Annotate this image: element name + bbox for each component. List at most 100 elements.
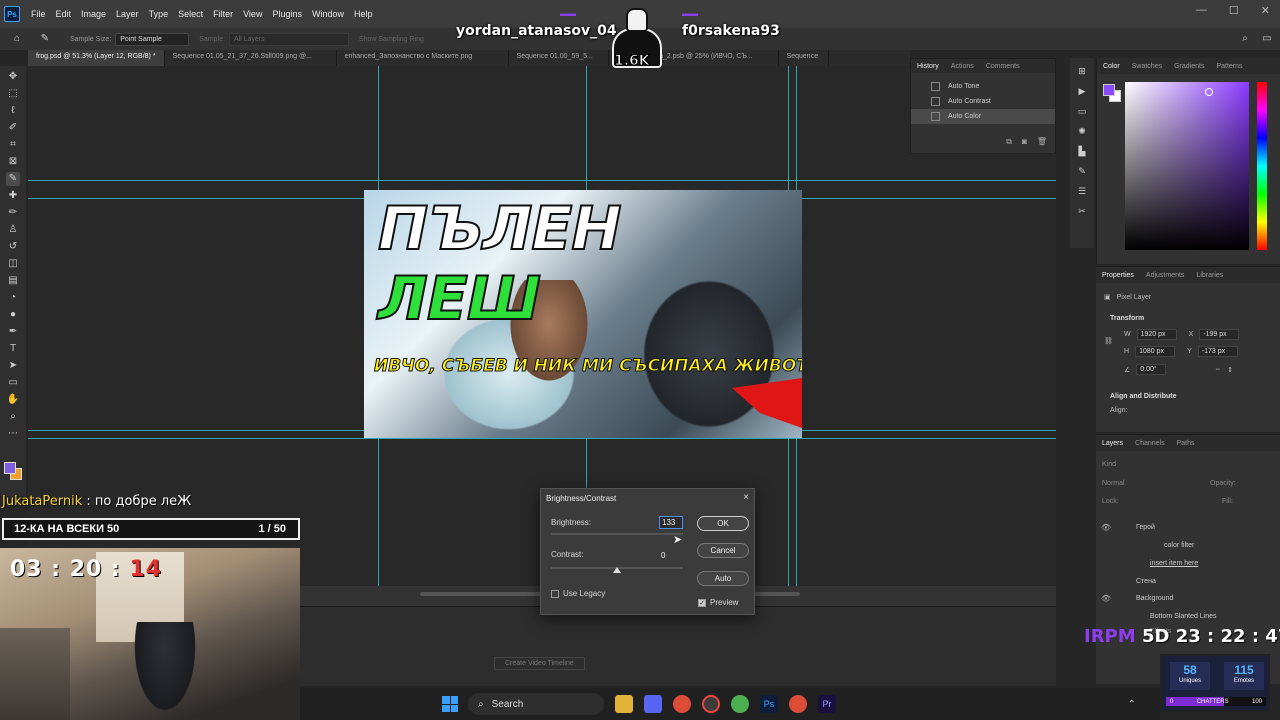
- tab-history[interactable]: History: [911, 63, 945, 70]
- history-item[interactable]: Auto Contrast: [911, 94, 1055, 109]
- menu-help[interactable]: Help: [349, 9, 378, 19]
- contrast-input[interactable]: 0: [659, 550, 683, 561]
- history-item-selected[interactable]: Auto Color: [911, 109, 1055, 124]
- move-tool-icon[interactable]: ✥: [6, 70, 20, 84]
- hue-slider[interactable]: [1257, 82, 1267, 250]
- workspace-icon[interactable]: ▭: [1260, 32, 1274, 46]
- tab-sequence-3[interactable]: Sequence: [779, 50, 829, 66]
- menu-select[interactable]: Select: [173, 9, 208, 19]
- minimize-icon[interactable]: —: [1196, 4, 1207, 17]
- zoom-tool-icon[interactable]: ⌕: [6, 410, 20, 424]
- healing-tool-icon[interactable]: ✚: [6, 189, 20, 203]
- dialog-close-icon[interactable]: ×: [743, 492, 749, 503]
- eye-icon[interactable]: 👁: [1100, 523, 1112, 532]
- layer-row[interactable]: 👁 Герой: [1096, 519, 1280, 536]
- use-legacy-checkbox[interactable]: [551, 590, 559, 598]
- layer-row[interactable]: 👁 Background: [1096, 590, 1280, 607]
- color-field[interactable]: [1125, 82, 1249, 250]
- brightness-slider[interactable]: [551, 533, 683, 535]
- tab-libraries[interactable]: Libraries: [1190, 272, 1229, 279]
- tab-color[interactable]: Color: [1097, 63, 1126, 70]
- auto-button[interactable]: Auto: [697, 571, 749, 586]
- y-field[interactable]: -173 px: [1197, 346, 1238, 357]
- hand-tool-icon[interactable]: ✋: [6, 393, 20, 407]
- eraser-tool-icon[interactable]: ◫: [6, 257, 20, 271]
- align-distribute-header[interactable]: Align and Distribute: [1110, 393, 1177, 400]
- dodge-tool-icon[interactable]: ●: [6, 308, 20, 322]
- levels-icon[interactable]: ▙: [1075, 144, 1089, 158]
- eyedropper-icon[interactable]: ✎: [38, 32, 52, 46]
- flip-vertical-icon[interactable]: ⇕: [1227, 366, 1233, 374]
- blend-mode-select[interactable]: Normal: [1102, 480, 1125, 487]
- path-select-icon[interactable]: ➤: [6, 359, 20, 373]
- frame-tool-icon[interactable]: ⊠: [6, 155, 20, 169]
- discord-icon[interactable]: [644, 695, 662, 713]
- angle-field[interactable]: 0.00°: [1136, 364, 1167, 375]
- menu-window[interactable]: Window: [307, 9, 349, 19]
- adjust-icon[interactable]: ⊞: [1075, 64, 1089, 78]
- tab-paths[interactable]: Paths: [1171, 440, 1201, 447]
- layer-row[interactable]: insert item here: [1096, 555, 1280, 572]
- tab-actions[interactable]: Actions: [945, 63, 980, 70]
- brush-tool-icon[interactable]: ✏: [6, 206, 20, 220]
- photoshop-taskbar-icon[interactable]: Ps: [760, 695, 778, 713]
- gradient-tool-icon[interactable]: ▤: [6, 274, 20, 288]
- file-explorer-icon[interactable]: [615, 695, 633, 713]
- layer-row[interactable]: Стена: [1096, 573, 1280, 590]
- tab-comments[interactable]: Comments: [980, 63, 1026, 70]
- chrome-dev-icon[interactable]: [702, 695, 720, 713]
- preview-checkbox[interactable]: ✓: [698, 599, 706, 607]
- height-field[interactable]: 1080 px: [1135, 346, 1176, 357]
- pen-tool-icon[interactable]: ✒: [6, 325, 20, 339]
- search-icon[interactable]: ⌕: [1238, 32, 1252, 46]
- play-icon[interactable]: ▶: [1075, 84, 1089, 98]
- blur-tool-icon[interactable]: ◔: [6, 291, 20, 305]
- tab-frog[interactable]: frog.psd @ 51.3% (Layer 12, RGB/8) *: [28, 50, 165, 66]
- brightness-input[interactable]: 133: [659, 516, 683, 529]
- cancel-button[interactable]: Cancel: [697, 543, 749, 558]
- brush-settings-icon[interactable]: ✎: [1075, 164, 1089, 178]
- color-fg-swatch[interactable]: [1103, 84, 1115, 96]
- layer-row[interactable]: color filter: [1096, 537, 1280, 554]
- color-picker-cursor[interactable]: [1205, 88, 1213, 96]
- sliders-icon[interactable]: ☰: [1075, 184, 1089, 198]
- windows-start-icon[interactable]: [442, 696, 458, 712]
- contrast-slider-knob[interactable]: [613, 567, 621, 573]
- menu-edit[interactable]: Edit: [51, 9, 77, 19]
- quick-select-icon[interactable]: ✐: [6, 121, 20, 135]
- menu-layer[interactable]: Layer: [111, 9, 144, 19]
- shape-tool-icon[interactable]: ▭: [6, 376, 20, 390]
- tray-chevron-icon[interactable]: ⌃: [1128, 699, 1136, 710]
- camera-icon[interactable]: ◙: [1022, 137, 1027, 147]
- sun-icon[interactable]: ✺: [1075, 124, 1089, 138]
- tab-layers[interactable]: Layers: [1096, 440, 1129, 447]
- tab-channels[interactable]: Channels: [1129, 440, 1171, 447]
- tab-adjustments[interactable]: Adjustments: [1140, 272, 1191, 279]
- premiere-icon[interactable]: Pr: [818, 695, 836, 713]
- trash-icon[interactable]: 🗑: [1037, 137, 1047, 147]
- stamp-tool-icon[interactable]: ♙: [6, 223, 20, 237]
- menu-type[interactable]: Type: [144, 9, 174, 19]
- taskbar-search[interactable]: ⌕ Search: [468, 693, 604, 715]
- type-tool-icon[interactable]: T: [6, 342, 20, 356]
- eyedropper-tool-icon[interactable]: ✎: [6, 172, 20, 186]
- eye-icon[interactable]: 👁: [1100, 594, 1112, 603]
- history-brush-icon[interactable]: ↺: [6, 240, 20, 254]
- create-video-timeline-button[interactable]: Create Video Timeline: [494, 657, 585, 670]
- tab-properties[interactable]: Properties: [1096, 272, 1140, 279]
- close-icon[interactable]: ✕: [1261, 4, 1270, 17]
- menu-plugins[interactable]: Plugins: [267, 9, 307, 19]
- tab-sequence-2[interactable]: Sequence 01.00_59_5...: [509, 50, 609, 66]
- sample-size-select[interactable]: Point Sample: [115, 32, 190, 46]
- photoshop-logo[interactable]: Ps: [4, 6, 20, 22]
- foreground-color-swatch[interactable]: [4, 462, 16, 474]
- layer-kind-filter[interactable]: Kind: [1102, 461, 1116, 468]
- sample-select[interactable]: All Layers: [228, 32, 349, 46]
- chrome-3-icon[interactable]: [789, 695, 807, 713]
- menu-file[interactable]: File: [26, 9, 51, 19]
- tab-swatches[interactable]: Swatches: [1126, 63, 1168, 70]
- x-field[interactable]: -199 px: [1199, 329, 1240, 340]
- comment-icon[interactable]: ▭: [1075, 104, 1089, 118]
- tab-enhanced[interactable]: enhanced_Запознанство с Маските.png: [337, 50, 509, 66]
- lasso-tool-icon[interactable]: ℓ: [6, 104, 20, 118]
